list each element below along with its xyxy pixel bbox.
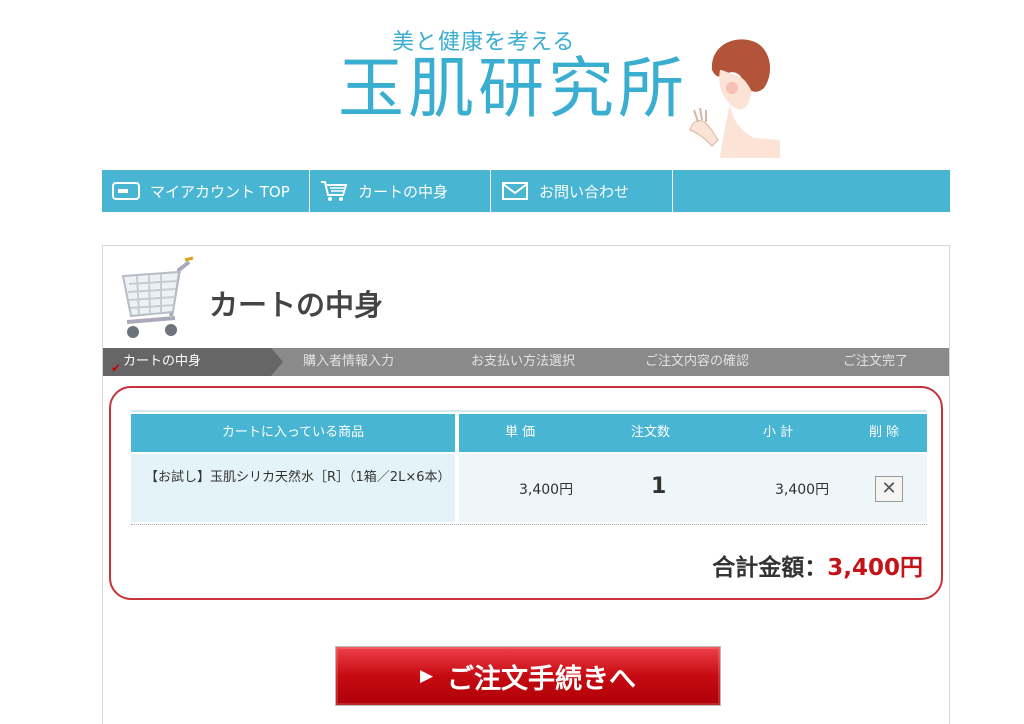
play-arrow-icon: ▶ [419, 666, 434, 686]
total-amount: 合計金額：3,400円 [712, 548, 923, 582]
cart-icon [320, 179, 348, 203]
header-product: カートに入っている商品 [131, 414, 455, 452]
checkout-steps: ✔ カートの中身 購入者情報入力 お支払い方法選択 ご注文内容の確認 ご注文完了 [103, 348, 949, 376]
page-title: カートの中身 [209, 288, 384, 322]
total-label: 合計金額： [712, 555, 828, 581]
nav-item-contact[interactable]: お問い合わせ [491, 170, 673, 212]
step-complete: ご注文完了 [843, 354, 909, 369]
nav-label-contact: お問い合わせ [539, 182, 630, 201]
header-right-group: 単 価 注文数 小 計 削 除 [459, 414, 927, 452]
card-icon [112, 179, 140, 203]
nav-item-cart[interactable]: カートの中身 [310, 170, 491, 212]
header-unit-price: 単 価 [505, 425, 536, 440]
row-divider [131, 524, 927, 525]
step-payment: お支払い方法選択 [471, 354, 576, 369]
delete-button[interactable]: ✕ [875, 476, 903, 502]
subtotal-value: 3,400円 [775, 482, 830, 498]
table-row: 【お試し】玉肌シリカ天然水［R］（1箱／2L×6本） 3,400円 1 3,40… [131, 454, 927, 525]
step-buyer-info: 購入者情報入力 [303, 354, 395, 369]
shopping-cart-icon [121, 256, 194, 338]
nav-label-my-account: マイアカウント TOP [150, 182, 290, 201]
cart-table: カートに入っている商品 単 価 注文数 小 計 削 除 【お試し】玉肌シリカ天然… [131, 410, 927, 525]
site-logo[interactable]: 美と健康を考える 玉肌研究所 [330, 18, 780, 158]
cart-panel: カートの中身 ✔ カートの中身 購入者情報入力 お支払い方法選択 ご注文内容の確… [102, 245, 950, 724]
header-delete: 削 除 [869, 425, 900, 440]
row-values: 3,400円 1 3,400円 ✕ [459, 454, 927, 522]
step-confirm: ご注文内容の確認 [645, 354, 750, 369]
step-cart: ✔ カートの中身 [103, 348, 283, 376]
site-logo-text: 玉肌研究所 [338, 50, 688, 127]
check-icon: ✔ [111, 361, 122, 375]
table-header: カートに入っている商品 単 価 注文数 小 計 削 除 [131, 410, 927, 452]
nav-item-my-account[interactable]: マイアカウント TOP [102, 170, 310, 212]
proceed-to-checkout-button[interactable]: ▶ ご注文手続きへ [335, 646, 721, 706]
header-subtotal: 小 計 [763, 425, 794, 440]
header-quantity: 注文数 [631, 425, 671, 440]
total-value: 3,400円 [827, 555, 923, 581]
nav-label-cart: カートの中身 [358, 182, 449, 201]
step-label: カートの中身 [123, 354, 202, 369]
page: 美と健康を考える 玉肌研究所 マイアカウント TOP カートの中身 お問い合わせ… [0, 0, 1024, 724]
product-name[interactable]: 【お試し】玉肌シリカ天然水［R］（1箱／2L×6本） [131, 454, 455, 522]
order-button-label: ご注文手続きへ [447, 663, 637, 695]
quantity-value[interactable]: 1 [651, 474, 666, 499]
cart-contents-frame: カートに入っている商品 単 価 注文数 小 計 削 除 【お試し】玉肌シリカ天然… [109, 386, 943, 600]
unit-price: 3,400円 [519, 482, 574, 498]
woman-illustration [689, 39, 780, 158]
main-nav: マイアカウント TOP カートの中身 お問い合わせ [102, 170, 950, 212]
mail-icon [501, 179, 529, 203]
